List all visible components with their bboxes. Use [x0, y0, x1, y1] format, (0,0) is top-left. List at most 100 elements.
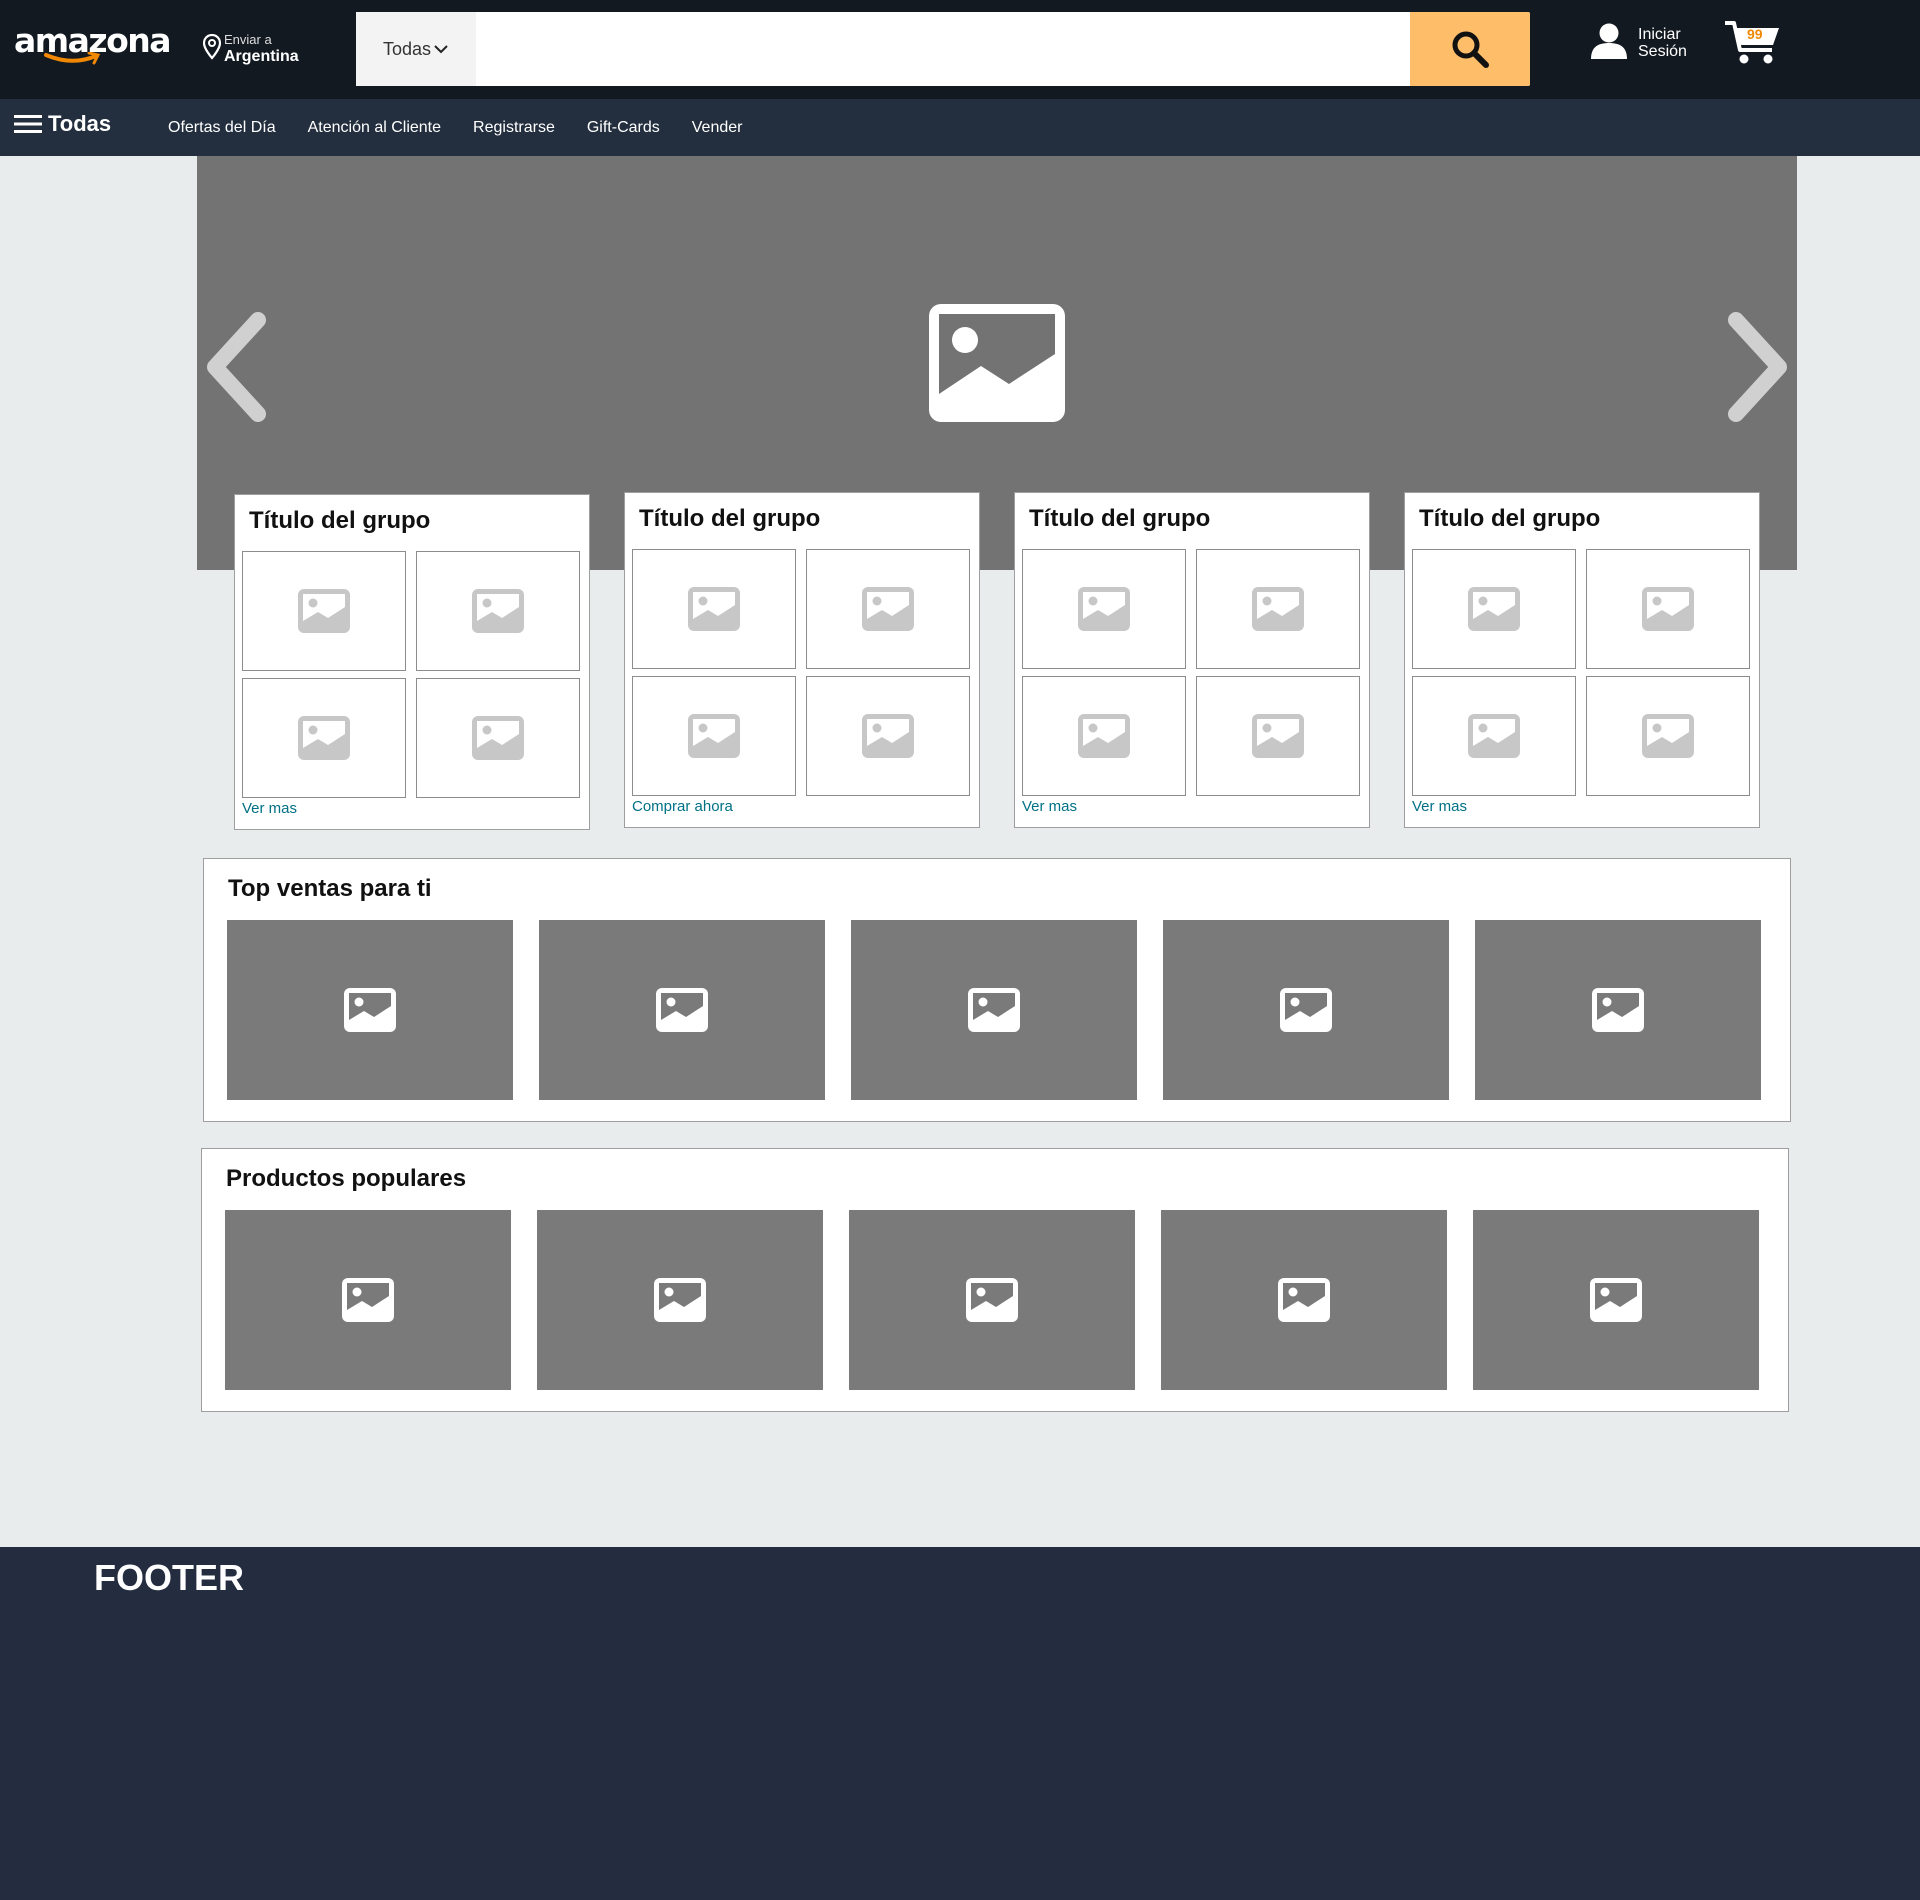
- group-card: Título del grupo Ver mas: [1404, 492, 1760, 828]
- location-pin-icon: [203, 34, 221, 60]
- image-icon: [1590, 1278, 1642, 1322]
- product-card[interactable]: [1163, 920, 1449, 1100]
- group-card-link[interactable]: Ver mas: [1022, 798, 1077, 815]
- image-icon: [1078, 587, 1130, 631]
- product-card[interactable]: [849, 1210, 1135, 1390]
- search-bar: Todas: [356, 12, 1530, 86]
- smile-arrow-icon: [44, 52, 101, 65]
- group-card-item[interactable]: [1196, 549, 1360, 669]
- search-button[interactable]: [1410, 12, 1530, 86]
- group-card-title: Título del grupo: [1029, 505, 1211, 532]
- group-card: Título del grupo Ver mas: [234, 494, 590, 830]
- product-card[interactable]: [227, 920, 513, 1100]
- product-card[interactable]: [851, 920, 1137, 1100]
- group-card-item[interactable]: [1022, 549, 1186, 669]
- chevron-right-icon: [1728, 312, 1787, 422]
- group-card: Título del grupo Ver mas: [1014, 492, 1370, 828]
- deliver-country: Argentina: [224, 48, 299, 65]
- group-card-item[interactable]: [1022, 676, 1186, 796]
- sign-in-button[interactable]: Iniciar Sesión: [1590, 22, 1700, 68]
- chevron-down-icon: [434, 45, 448, 54]
- image-icon: [862, 714, 914, 758]
- product-card[interactable]: [1475, 920, 1761, 1100]
- product-card[interactable]: [537, 1210, 823, 1390]
- group-card-item[interactable]: [1412, 676, 1576, 796]
- image-icon: [1468, 587, 1520, 631]
- image-icon: [1642, 587, 1694, 631]
- image-icon: [862, 587, 914, 631]
- group-card-item[interactable]: [416, 551, 580, 671]
- group-card-link[interactable]: Comprar ahora: [632, 798, 733, 815]
- image-icon: [1252, 587, 1304, 631]
- all-menu-button[interactable]: Todas: [14, 111, 111, 137]
- top-header: amazona Enviar a Argentina Todas Iniciar…: [0, 0, 1920, 99]
- deliver-label: Enviar a: [224, 32, 272, 47]
- section-title: Top ventas para ti: [228, 875, 432, 902]
- sign-in-line1: Iniciar: [1638, 26, 1681, 43]
- group-card-item[interactable]: [416, 678, 580, 798]
- amazona-logo[interactable]: amazona: [14, 22, 172, 72]
- user-icon: [1591, 23, 1627, 59]
- group-card-item[interactable]: [1586, 676, 1750, 796]
- group-card-item[interactable]: [1586, 549, 1750, 669]
- image-icon: [1642, 714, 1694, 758]
- group-card-item[interactable]: [632, 676, 796, 796]
- image-icon: [344, 988, 396, 1032]
- group-card-item[interactable]: [632, 549, 796, 669]
- image-icon: [1280, 988, 1332, 1032]
- popular-products-section: Productos populares: [201, 1148, 1789, 1412]
- group-card-title: Título del grupo: [1419, 505, 1601, 532]
- top-sales-section: Top ventas para ti: [203, 858, 1791, 1122]
- nav-link-ofertas[interactable]: Ofertas del Día: [168, 119, 276, 137]
- group-card-item[interactable]: [1412, 549, 1576, 669]
- group-card-link[interactable]: Ver mas: [1412, 798, 1467, 815]
- image-icon: [968, 988, 1020, 1032]
- image-icon: [342, 1278, 394, 1322]
- search-icon: [1452, 31, 1489, 68]
- carousel-prev-button[interactable]: [203, 312, 273, 427]
- group-card-item[interactable]: [806, 676, 970, 796]
- image-icon: [654, 1278, 706, 1322]
- group-card: Título del grupo Comprar ahora: [624, 492, 980, 828]
- group-card-link[interactable]: Ver mas: [242, 800, 297, 817]
- product-card[interactable]: [1473, 1210, 1759, 1390]
- image-icon: [298, 589, 350, 633]
- nav-link-gift-cards[interactable]: Gift-Cards: [587, 119, 660, 137]
- group-card-item[interactable]: [242, 678, 406, 798]
- image-icon: [688, 587, 740, 631]
- section-title: Productos populares: [226, 1165, 467, 1192]
- group-card-title: Título del grupo: [249, 507, 431, 534]
- search-category-label: Todas: [382, 38, 432, 59]
- group-card-item[interactable]: [242, 551, 406, 671]
- product-card[interactable]: [225, 1210, 511, 1390]
- sign-in-line2: Sesión: [1638, 43, 1687, 60]
- search-input[interactable]: [476, 12, 1410, 86]
- group-card-item[interactable]: [1196, 676, 1360, 796]
- product-card[interactable]: [1161, 1210, 1447, 1390]
- image-icon: [1252, 714, 1304, 758]
- cart-button[interactable]: 99: [1724, 18, 1784, 68]
- nav-link-registrarse[interactable]: Registrarse: [473, 119, 555, 137]
- image-icon: [1278, 1278, 1330, 1322]
- nav-link-vender[interactable]: Vender: [692, 119, 743, 137]
- image-icon: [472, 589, 524, 633]
- carousel-next-button[interactable]: [1721, 312, 1791, 427]
- group-card-item[interactable]: [806, 549, 970, 669]
- nav-bar: Todas Ofertas del Día Atención al Client…: [0, 99, 1920, 156]
- image-icon: [298, 716, 350, 760]
- group-card-title: Título del grupo: [639, 505, 821, 532]
- cart-count: 99: [1747, 26, 1763, 42]
- chevron-left-icon: [207, 312, 266, 422]
- search-category-select[interactable]: Todas: [356, 12, 476, 86]
- image-placeholder-icon: [929, 304, 1065, 422]
- nav-links: Ofertas del Día Atención al Cliente Regi…: [168, 119, 742, 137]
- product-card[interactable]: [539, 920, 825, 1100]
- image-icon: [1468, 714, 1520, 758]
- footer: FOOTER: [0, 1547, 1920, 1900]
- footer-title: FOOTER: [94, 1557, 244, 1598]
- image-icon: [966, 1278, 1018, 1322]
- nav-link-atencion[interactable]: Atención al Cliente: [308, 119, 441, 137]
- image-icon: [656, 988, 708, 1032]
- all-menu-label: Todas: [48, 111, 112, 136]
- image-icon: [688, 714, 740, 758]
